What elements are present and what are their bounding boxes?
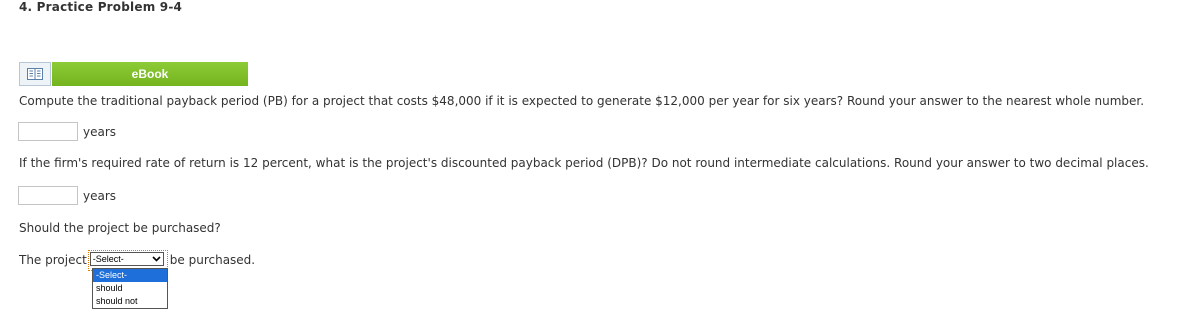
- ebook-icon-box[interactable]: [19, 62, 51, 86]
- purchase-select[interactable]: -Select-: [89, 252, 164, 266]
- purchase-select-dropdown: -Select- should should not: [92, 268, 168, 309]
- problem-title: 4. Practice Problem 9-4: [19, 0, 183, 14]
- payback-period-input[interactable]: [18, 122, 78, 141]
- question-1-text: Compute the traditional payback period (…: [19, 94, 1145, 108]
- option-should[interactable]: should: [93, 282, 167, 295]
- discounted-payback-unit: years: [83, 188, 117, 203]
- question-3-text: Should the project be purchased?: [19, 221, 221, 235]
- project-prefix-text: The project: [19, 253, 87, 267]
- book-icon: [27, 68, 43, 80]
- chevron-down-icon: [152, 256, 161, 262]
- question-1-answer-row: years: [18, 122, 116, 141]
- question-2-text: If the firm's required rate of return is…: [19, 156, 1149, 170]
- payback-period-unit: years: [83, 124, 117, 139]
- discounted-payback-input[interactable]: [18, 186, 78, 205]
- ebook-button[interactable]: eBook: [52, 62, 248, 86]
- option-select[interactable]: -Select-: [93, 269, 167, 282]
- option-should-not[interactable]: should not: [93, 295, 167, 308]
- ebook-bar: eBook: [19, 62, 248, 86]
- question-2-answer-row: years: [18, 186, 116, 205]
- purchase-select-value: -Select-: [92, 254, 124, 264]
- project-suffix-text: be purchased.: [169, 253, 256, 267]
